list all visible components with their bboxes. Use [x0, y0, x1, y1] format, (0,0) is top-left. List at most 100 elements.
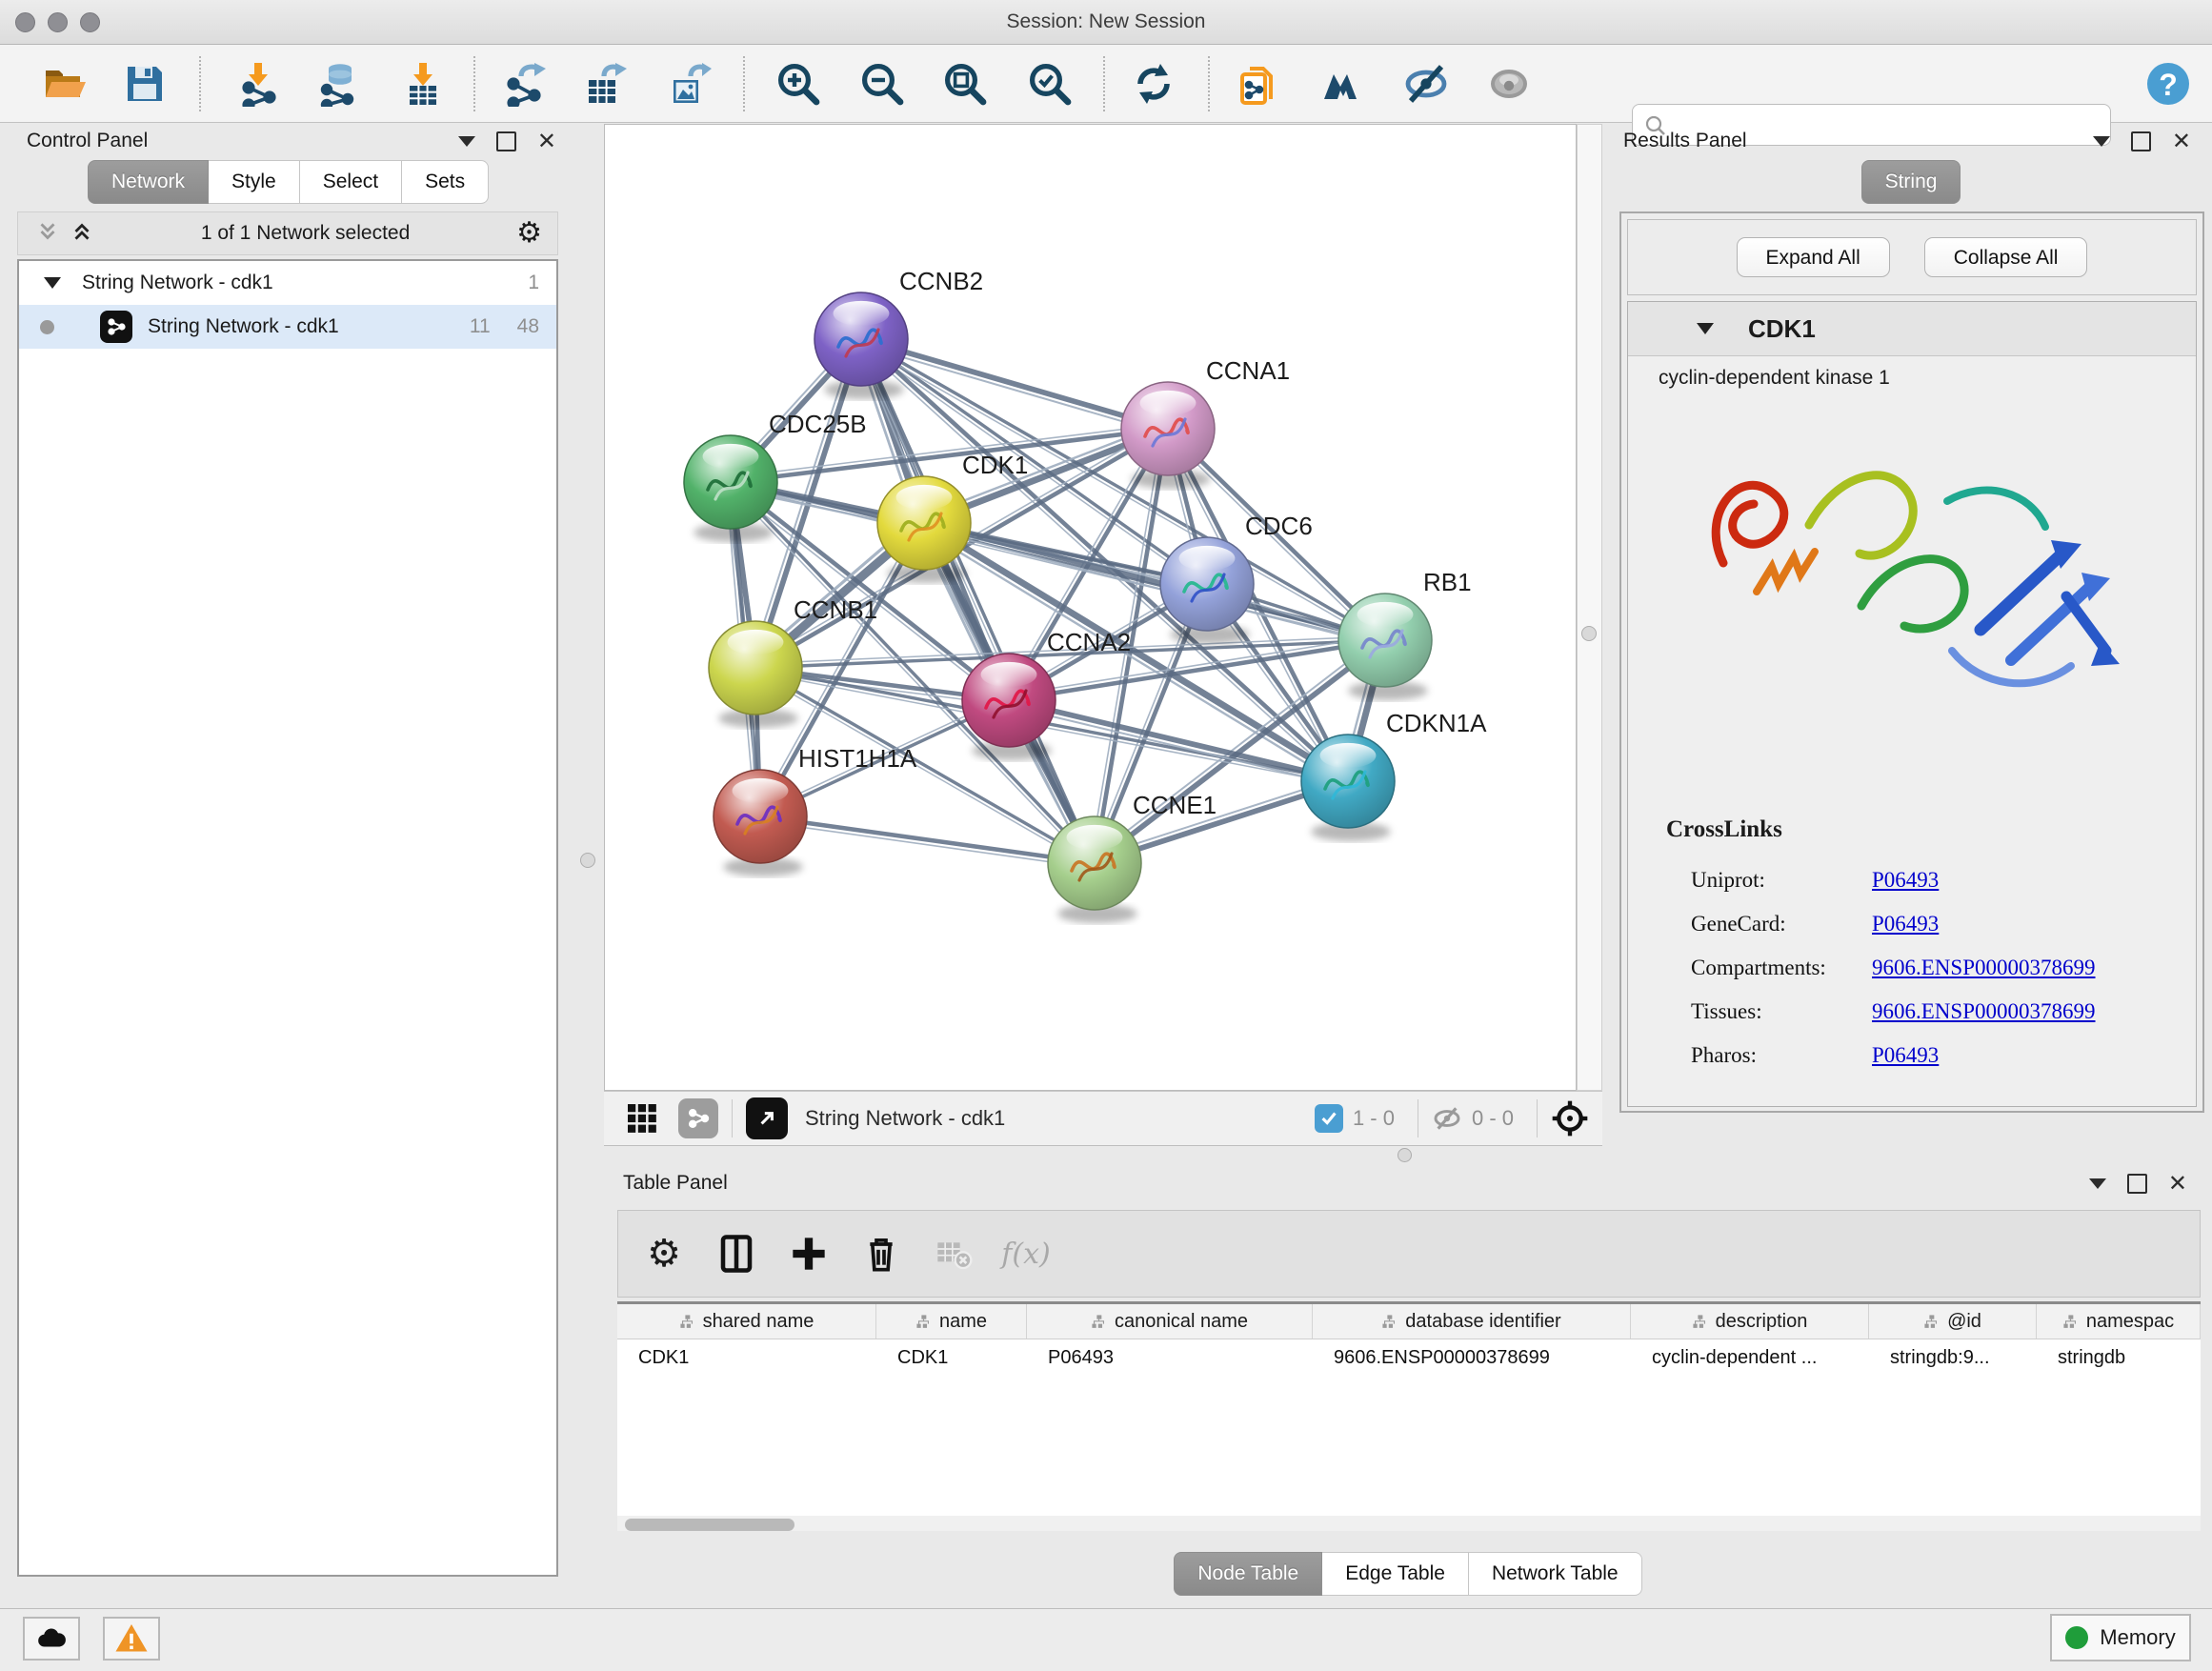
export-image-button[interactable]: [663, 58, 714, 110]
table-options-gear-icon[interactable]: ⚙: [637, 1227, 691, 1280]
network-node-CDC25B[interactable]: [684, 435, 777, 542]
zoom-out-button[interactable]: [856, 58, 908, 110]
column-header-namespac[interactable]: namespac: [2037, 1304, 2201, 1339]
network-row[interactable]: String Network - cdk1 11 48: [19, 305, 556, 349]
crosslink-link[interactable]: P06493: [1872, 1043, 1939, 1068]
network-node-CCNE1[interactable]: [1048, 816, 1141, 923]
gene-collapse-icon[interactable]: [1697, 323, 1714, 334]
table-cell[interactable]: cyclin-dependent ...: [1631, 1339, 1869, 1376]
import-network-database-button[interactable]: [312, 58, 364, 110]
float-panel-icon[interactable]: [496, 131, 516, 151]
tab-string[interactable]: String: [1861, 160, 1961, 204]
table-cell[interactable]: stringdb:9...: [1869, 1339, 2037, 1376]
copy-network-icon: [1237, 61, 1282, 107]
network-node-CCNB2[interactable]: [814, 292, 908, 399]
export-table-button[interactable]: [578, 58, 630, 110]
table-cell[interactable]: P06493: [1027, 1339, 1313, 1376]
clone-network-button[interactable]: [1234, 58, 1285, 110]
network-view-badge-icon[interactable]: [678, 1098, 718, 1138]
table-row[interactable]: CDK1CDK1P064939606.ENSP00000378699cyclin…: [617, 1339, 2201, 1376]
show-columns-button[interactable]: [710, 1227, 763, 1280]
horizontal-scrollbar[interactable]: [617, 1516, 2201, 1531]
collapse-all-button[interactable]: Collapse All: [1924, 237, 2088, 277]
save-session-button[interactable]: [119, 58, 171, 110]
close-panel-icon[interactable]: ✕: [2168, 1176, 2187, 1192]
zoom-fit-button[interactable]: [939, 58, 991, 110]
network-node-CDKN1A[interactable]: [1301, 735, 1395, 841]
function-builder-button[interactable]: f(x): [999, 1227, 1053, 1280]
expand-all-button[interactable]: Expand All: [1737, 237, 1890, 277]
node-label-CCNB2: CCNB2: [899, 267, 983, 295]
export-network-button[interactable]: [499, 58, 551, 110]
network-canvas[interactable]: CCNB2CCNA1CDC25BCDK1CDC6RB1CCNB1CCNA2CDK…: [604, 124, 1577, 1091]
node-label-CCNB1: CCNB1: [794, 595, 877, 624]
collapse-all-networks-icon[interactable]: [35, 219, 60, 249]
network-graph[interactable]: CCNB2CCNA1CDC25BCDK1CDC6RB1CCNB1CCNA2CDK…: [605, 125, 1576, 1090]
panel-menu-icon[interactable]: [2093, 136, 2110, 147]
column-header-database-identifier[interactable]: database identifier: [1313, 1304, 1631, 1339]
network-node-RB1[interactable]: [1338, 594, 1432, 700]
panel-menu-icon[interactable]: [458, 136, 475, 147]
float-panel-icon[interactable]: [2127, 1174, 2147, 1194]
crosslink-link[interactable]: P06493: [1872, 868, 1939, 893]
hide-selected-button[interactable]: [1400, 58, 1452, 110]
network-node-CCNA1[interactable]: [1121, 382, 1215, 489]
warnings-button[interactable]: [103, 1617, 160, 1661]
show-all-button[interactable]: [1483, 58, 1535, 110]
fit-selected-crosshair-icon[interactable]: [1551, 1099, 1589, 1137]
collection-expand-icon[interactable]: [44, 277, 61, 289]
close-panel-icon[interactable]: ✕: [537, 133, 556, 150]
delete-table-button[interactable]: [927, 1227, 980, 1280]
detach-view-button[interactable]: [746, 1097, 788, 1139]
table-cell[interactable]: 9606.ENSP00000378699: [1313, 1339, 1631, 1376]
network-node-HIST1H1A[interactable]: [714, 770, 807, 876]
tab-node-table[interactable]: Node Table: [1174, 1552, 1322, 1596]
zoom-selected-button[interactable]: [1024, 58, 1076, 110]
expand-all-networks-icon[interactable]: [70, 219, 94, 249]
tab-network[interactable]: Network: [88, 160, 209, 204]
memory-status-dot: [2065, 1626, 2088, 1649]
help-button[interactable]: ?: [2142, 58, 2194, 110]
scrollbar-thumb[interactable]: [625, 1519, 794, 1531]
close-panel-icon[interactable]: ✕: [2172, 133, 2191, 150]
add-column-button[interactable]: [782, 1227, 835, 1280]
left-splitter-handle[interactable]: [580, 853, 595, 868]
tab-style[interactable]: Style: [209, 160, 300, 204]
column-header--id[interactable]: @id: [1869, 1304, 2037, 1339]
table-cell[interactable]: stringdb: [2037, 1339, 2201, 1376]
grid-view-button[interactable]: [615, 1092, 669, 1145]
zoom-in-button[interactable]: [773, 58, 824, 110]
import-network-file-button[interactable]: [232, 58, 284, 110]
tab-select[interactable]: Select: [300, 160, 402, 204]
crosslink-link[interactable]: P06493: [1872, 912, 1939, 936]
gene-section-header[interactable]: CDK1: [1628, 302, 2196, 356]
right-splitter-handle[interactable]: [1581, 626, 1597, 641]
table-cell[interactable]: CDK1: [876, 1339, 1027, 1376]
cloud-status-button[interactable]: [23, 1617, 80, 1661]
table-cell[interactable]: CDK1: [617, 1339, 876, 1376]
column-header-name[interactable]: name: [876, 1304, 1027, 1339]
crosslink-link[interactable]: 9606.ENSP00000378699: [1872, 999, 2096, 1024]
memory-button[interactable]: Memory: [2050, 1614, 2191, 1661]
column-header-label: shared name: [703, 1311, 814, 1333]
apply-layout-button[interactable]: [1128, 58, 1179, 110]
horizontal-splitter-handle[interactable]: [1398, 1148, 1412, 1162]
network-options-gear-icon[interactable]: ⚙: [516, 219, 542, 248]
tab-edge-table[interactable]: Edge Table: [1322, 1552, 1469, 1596]
network-node-CCNB1[interactable]: [709, 621, 802, 728]
panel-menu-icon[interactable]: [2089, 1178, 2106, 1189]
import-table-button[interactable]: [397, 58, 449, 110]
crosslink-link[interactable]: 9606.ENSP00000378699: [1872, 956, 2096, 980]
network-collection-row[interactable]: String Network - cdk1 1: [19, 261, 556, 305]
tab-sets[interactable]: Sets: [402, 160, 489, 204]
tab-network-table[interactable]: Network Table: [1469, 1552, 1642, 1596]
gene-name: CDK1: [1748, 314, 1816, 344]
selected-checkbox-icon[interactable]: [1315, 1104, 1343, 1133]
delete-column-button[interactable]: [855, 1227, 908, 1280]
column-header-description[interactable]: description: [1631, 1304, 1869, 1339]
column-header-shared-name[interactable]: shared name: [617, 1304, 876, 1339]
first-neighbors-button[interactable]: [1317, 58, 1369, 110]
column-header-canonical-name[interactable]: canonical name: [1027, 1304, 1313, 1339]
float-panel-icon[interactable]: [2131, 131, 2151, 151]
open-session-button[interactable]: [39, 58, 90, 110]
